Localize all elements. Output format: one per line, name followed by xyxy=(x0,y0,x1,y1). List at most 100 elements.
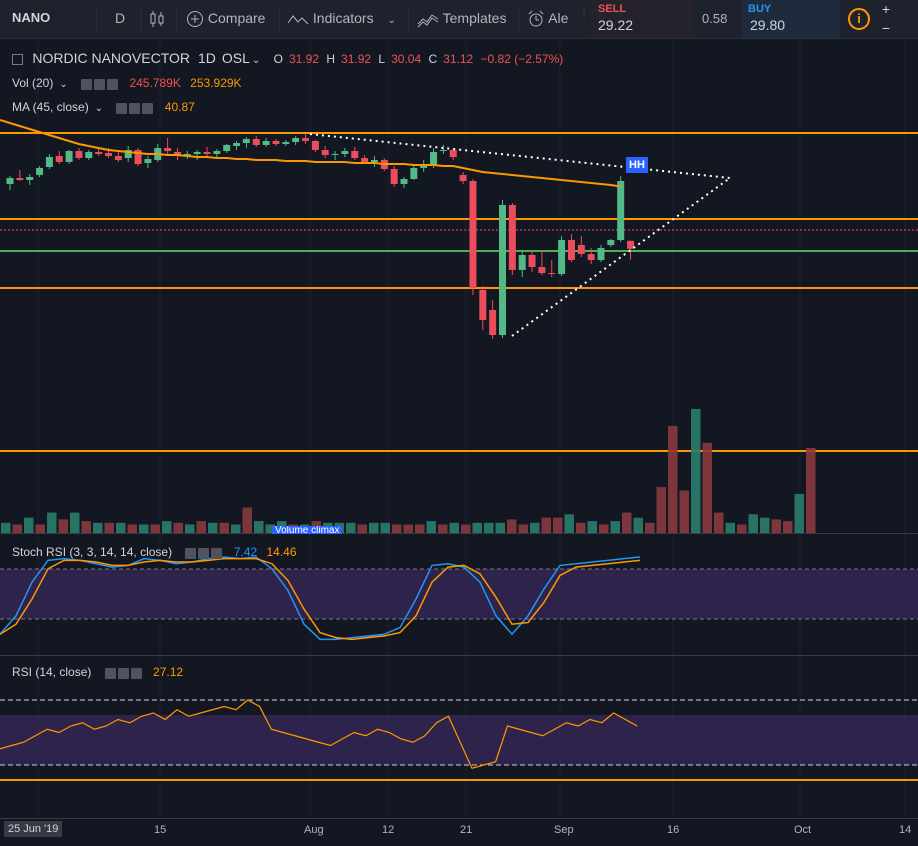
templates-button[interactable]: Templates xyxy=(417,0,506,38)
volume-bar xyxy=(231,524,241,533)
stoch-label[interactable]: Stoch RSI (3, 3, 14, 14, close) xyxy=(12,545,172,559)
symbol-title: NORDIC NANOVECTOR xyxy=(32,50,190,66)
gear-icon[interactable] xyxy=(198,548,210,560)
ma-value: 40.87 xyxy=(164,100,195,114)
volume-bar xyxy=(185,524,195,533)
eye-icon[interactable] xyxy=(185,548,197,560)
volume-bar xyxy=(656,487,666,533)
candle-body xyxy=(459,175,467,181)
interval-button[interactable]: D xyxy=(115,0,125,38)
volume-legend: Vol (20) ⌄ 245.789K 253.929K xyxy=(12,76,248,91)
eye-icon[interactable] xyxy=(104,668,116,680)
collapse-minus-button[interactable]: − xyxy=(876,20,896,37)
gear-icon[interactable] xyxy=(129,103,141,115)
volume-bar xyxy=(518,524,528,533)
candle-body xyxy=(282,142,290,144)
time-axis[interactable]: 15 Aug 12 21 Sep 16 Oct 14 xyxy=(0,818,918,846)
gear-icon[interactable] xyxy=(94,79,106,91)
candle-body xyxy=(479,290,487,320)
close-icon[interactable] xyxy=(211,548,223,560)
ma-legend: MA (45, close) ⌄ 40.87 xyxy=(12,100,201,115)
rsi-legend: RSI (14, close) 27.12 xyxy=(12,665,189,680)
pane-separator[interactable] xyxy=(0,533,918,534)
buy-button[interactable]: BUY 29.80 xyxy=(742,0,840,38)
chart-canvas[interactable] xyxy=(0,38,918,818)
eye-icon[interactable] xyxy=(81,79,93,91)
chevron-down-icon[interactable]: ⌄ xyxy=(252,55,260,66)
candle-body xyxy=(75,151,83,158)
indicators-button[interactable]: Indicators ⌄ xyxy=(287,0,396,38)
candle-body xyxy=(164,148,172,151)
trendlines xyxy=(309,133,731,337)
chevron-down-icon[interactable]: ⌄ xyxy=(59,79,67,90)
chart-type-button[interactable] xyxy=(148,0,166,38)
candle-body xyxy=(321,150,329,155)
volume-bar xyxy=(679,490,689,533)
compare-button[interactable]: Compare xyxy=(186,0,265,38)
volume-bar xyxy=(242,507,252,533)
volume-bar xyxy=(24,517,34,533)
volume-bar xyxy=(449,522,459,533)
hh-label[interactable]: HH xyxy=(626,157,648,173)
chevron-down-icon[interactable]: ⌄ xyxy=(95,103,103,114)
time-axis-label: 15 xyxy=(154,824,167,836)
expand-plus-button[interactable]: + xyxy=(876,1,896,18)
rsi-legend-buttons[interactable] xyxy=(104,666,144,680)
volume-bar xyxy=(461,524,471,533)
volume-bar xyxy=(748,514,758,533)
gear-icon[interactable] xyxy=(117,668,129,680)
drag-handle[interactable]: ⋮⋮ xyxy=(580,10,596,26)
candle-body xyxy=(370,160,378,162)
stoch-legend-buttons[interactable] xyxy=(185,546,224,560)
volume-bar xyxy=(702,442,712,533)
candlesticks xyxy=(6,134,635,339)
sell-button[interactable]: SELL 29.22 xyxy=(590,0,692,38)
time-axis-label: Oct xyxy=(794,824,812,836)
ma-legend-buttons[interactable] xyxy=(116,101,155,115)
volume-bar xyxy=(645,522,655,533)
volume-bar xyxy=(725,522,735,533)
open-value: 31.92 xyxy=(289,52,320,66)
candle-body xyxy=(85,152,93,158)
volume-label[interactable]: Vol (20) xyxy=(12,76,53,90)
candle-body xyxy=(567,240,575,260)
info-icon[interactable]: i xyxy=(848,8,870,30)
pane-separator[interactable] xyxy=(0,655,918,656)
candle-body xyxy=(469,181,477,288)
volume-bar xyxy=(760,517,770,533)
horizontal-lines xyxy=(0,132,918,781)
divider xyxy=(408,6,409,32)
volume-climax-label[interactable]: Volume climax xyxy=(272,526,343,534)
candle-body xyxy=(420,166,428,168)
divider xyxy=(176,6,177,32)
collapse-legend-icon[interactable] xyxy=(12,54,23,66)
low-value: 30.04 xyxy=(391,52,422,66)
candle-body xyxy=(242,139,250,143)
volume-bar xyxy=(507,519,517,533)
volume-legend-buttons[interactable] xyxy=(81,77,120,91)
upper-trendline xyxy=(309,133,731,179)
candle-body xyxy=(105,153,112,156)
close-icon[interactable] xyxy=(107,79,119,91)
volume-bar xyxy=(610,521,620,533)
close-icon[interactable] xyxy=(142,103,154,115)
volume-bar xyxy=(162,521,172,533)
volume-bar xyxy=(472,522,482,533)
candle-body xyxy=(302,138,309,141)
templates-label: Templates xyxy=(442,10,507,26)
volume-bar xyxy=(484,522,494,533)
eye-icon[interactable] xyxy=(116,103,128,115)
alert-button[interactable]: Ale xyxy=(527,0,577,38)
volume-bar xyxy=(783,521,793,533)
high-label: H xyxy=(326,52,336,66)
candle-body xyxy=(16,178,24,180)
rsi-label[interactable]: RSI (14, close) xyxy=(12,665,91,679)
time-axis-label: 12 xyxy=(382,824,395,836)
volume-bar xyxy=(438,524,448,533)
symbol-search[interactable]: NANO xyxy=(12,0,50,38)
close-icon[interactable] xyxy=(130,668,142,680)
volume-bar xyxy=(254,521,264,533)
candle-body xyxy=(36,168,44,175)
volume-bar xyxy=(587,521,597,533)
ma-label[interactable]: MA (45, close) xyxy=(12,100,89,114)
